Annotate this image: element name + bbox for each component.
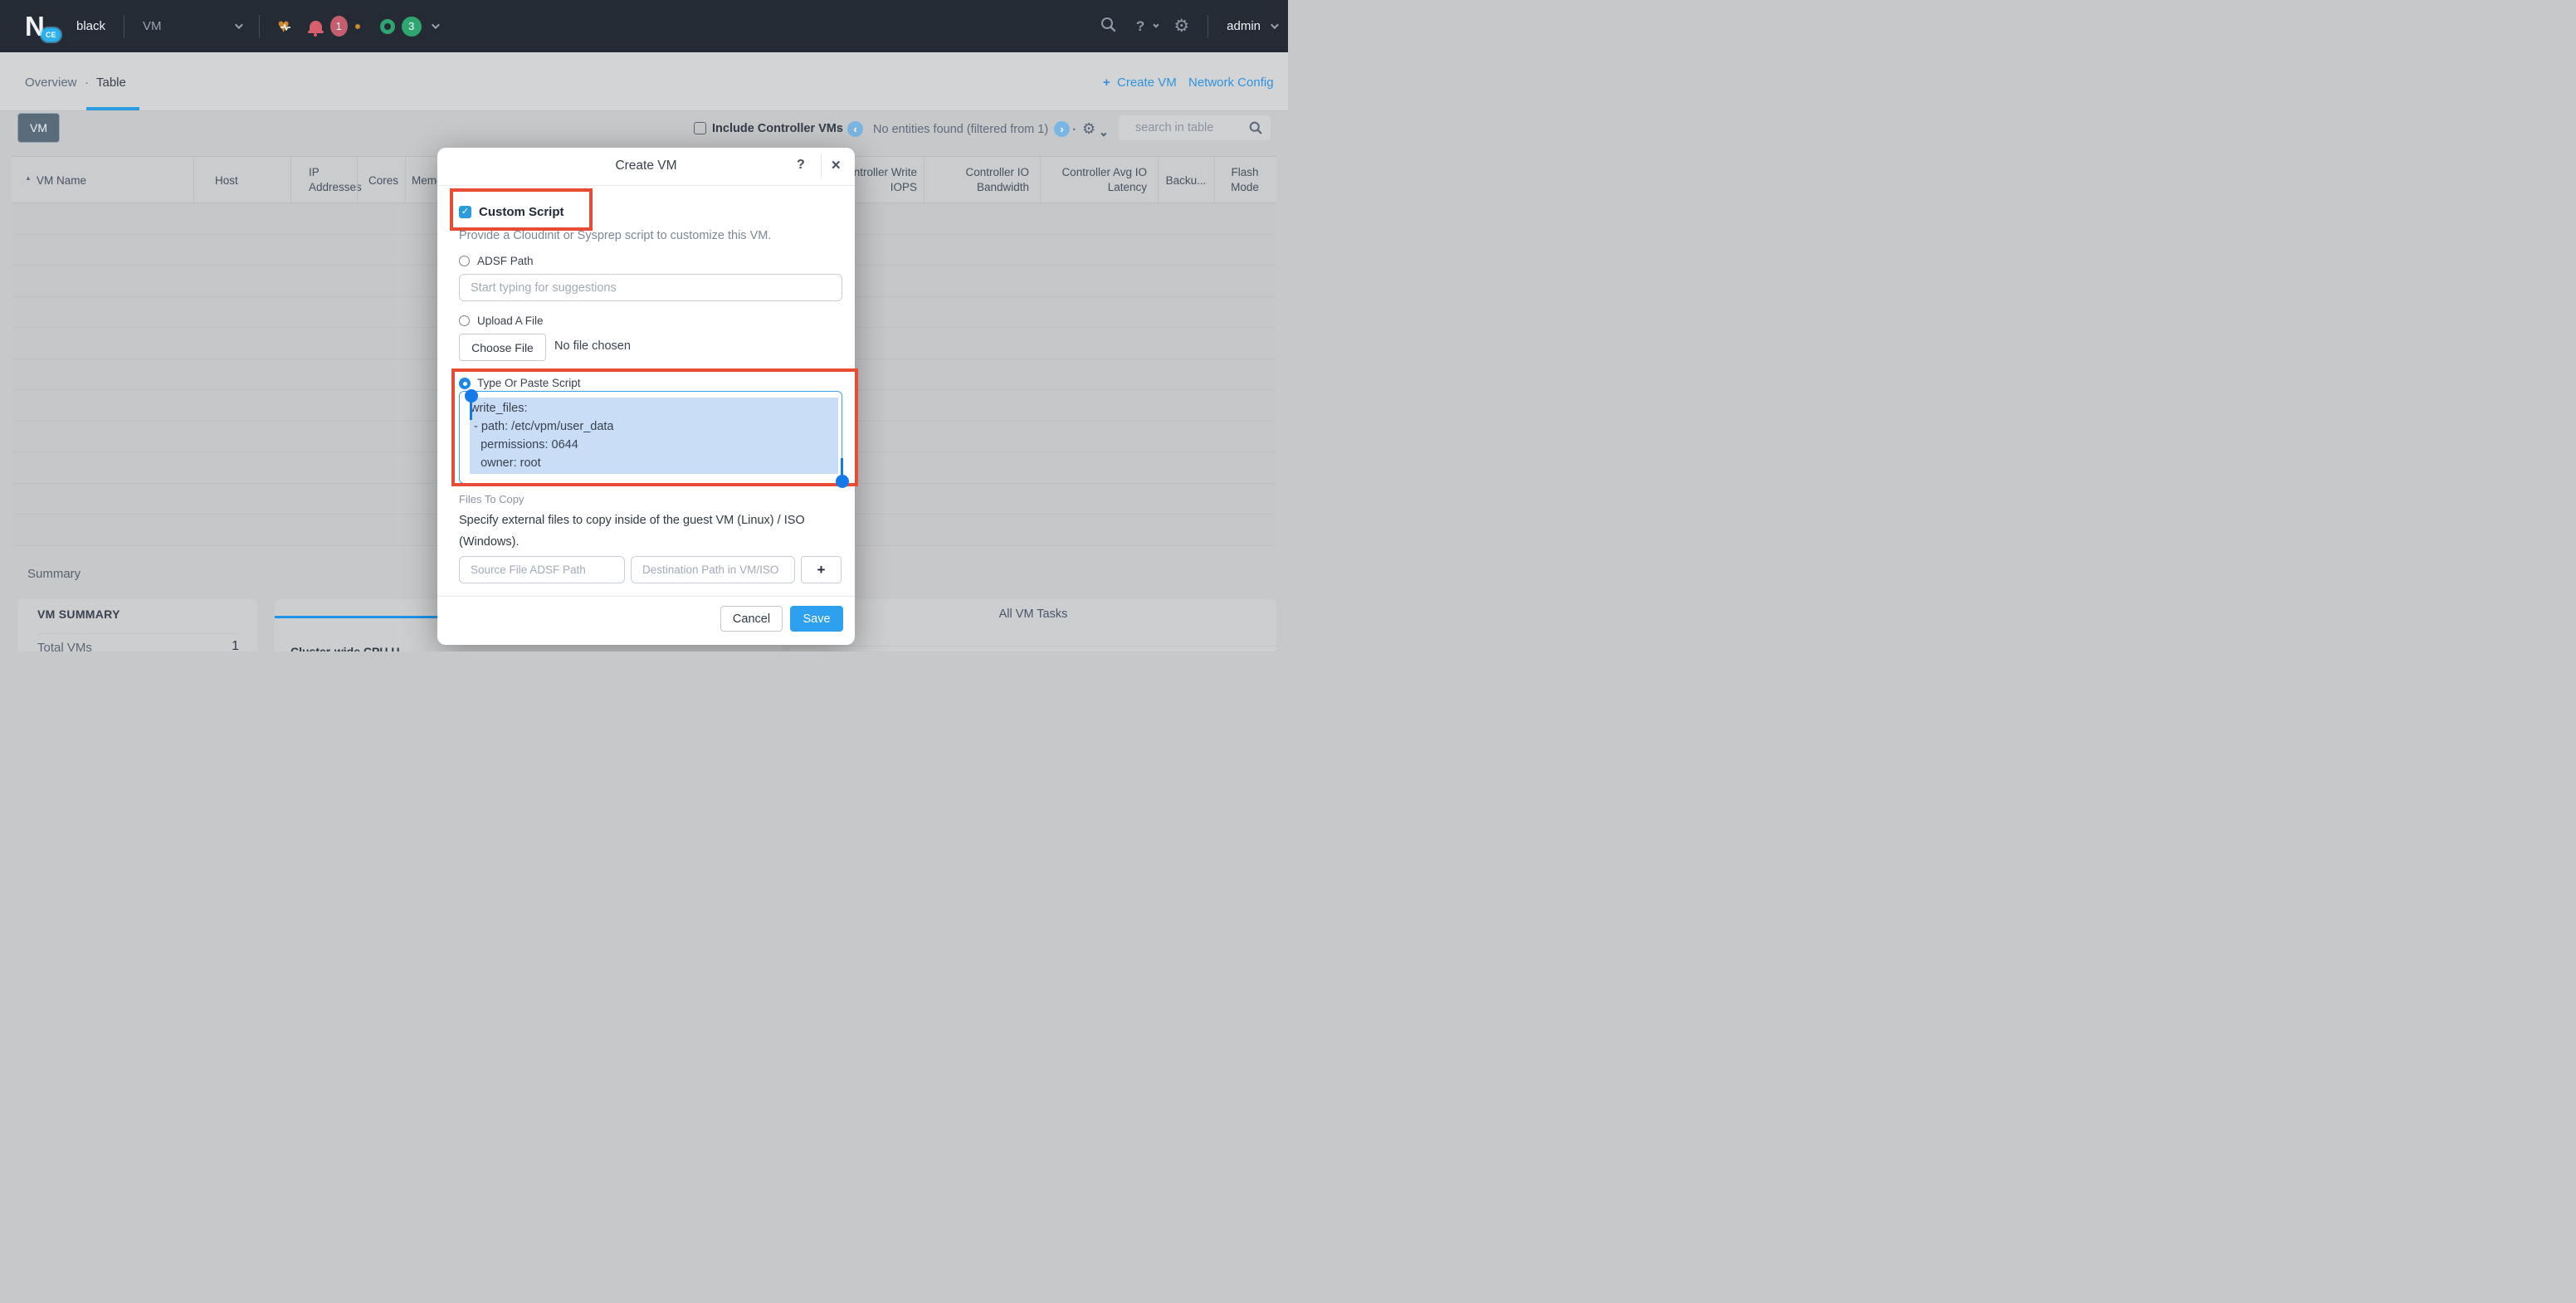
chevron-down-icon[interactable] (432, 21, 440, 29)
pagination-status: No entities found (filtered from 1) (873, 123, 1048, 136)
total-vms-value: 1 (232, 639, 239, 652)
help-icon[interactable]: ? (1136, 18, 1144, 35)
upload-file-label: Upload A File (477, 315, 544, 327)
plus-icon: + (1103, 76, 1110, 90)
adsf-path-input[interactable] (459, 274, 842, 301)
column-header-controller-io-bandwidth[interactable]: Controller IO Bandwidth (950, 165, 1029, 195)
script-line: write_files: (471, 399, 528, 417)
previous-page-button[interactable]: ‹ (847, 121, 863, 137)
chevron-down-icon[interactable] (1271, 21, 1279, 29)
entity-menu[interactable]: VM (143, 19, 162, 33)
files-to-copy-label: Files To Copy (459, 493, 524, 505)
chevron-down-icon[interactable] (1154, 22, 1159, 28)
vm-tasks-title: All VM Tasks (790, 608, 1276, 621)
tab-separator: · (85, 76, 89, 90)
destination-path-input[interactable] (631, 556, 795, 583)
network-config-link[interactable]: Network Config (1188, 76, 1274, 90)
app-root: N CE black VM ♥ 1 3 ? ⚙ admin O (0, 0, 1288, 652)
column-header-ip-addresses[interactable]: IP Addresses (309, 165, 360, 195)
cluster-name[interactable]: black (76, 19, 105, 33)
alerts-bell-icon[interactable] (310, 21, 322, 32)
summary-heading: Summary (27, 567, 80, 581)
script-line: permissions: 0644 (471, 436, 578, 454)
custom-script-checkbox[interactable]: ✓ (459, 206, 471, 218)
search-icon[interactable] (1100, 17, 1116, 37)
script-line: - path: /etc/vpm/user_data (471, 417, 613, 436)
active-tab-underline (86, 107, 139, 110)
paste-script-radio[interactable] (459, 378, 471, 389)
sort-ascending-icon: ▲ (25, 174, 32, 182)
dialog-title: Create VM (437, 159, 855, 173)
gear-icon[interactable]: ⚙ (1173, 18, 1189, 35)
close-icon[interactable]: ✕ (831, 158, 842, 173)
source-file-input[interactable] (459, 556, 625, 583)
cancel-button[interactable]: Cancel (720, 606, 783, 632)
table-settings-gear-icon[interactable]: ⚙ (1082, 120, 1095, 138)
search-input[interactable] (1119, 115, 1271, 140)
choose-file-button[interactable]: Choose File (459, 334, 546, 361)
script-line: owner: root (471, 454, 541, 472)
chevron-down-icon[interactable] (1100, 131, 1106, 137)
search-icon (1249, 121, 1262, 134)
column-header-controller-avg-io-latency[interactable]: Controller Avg IO Latency (1056, 165, 1147, 195)
admin-menu[interactable]: admin (1227, 19, 1261, 33)
custom-script-description: Provide a Cloudinit or Sysprep script to… (459, 229, 771, 242)
column-header-vm-name[interactable]: VM Name (37, 173, 86, 188)
page-tab-bar: Overview · Table + Create VM Network Con… (0, 52, 1288, 111)
active-chart-tab-underline (275, 616, 438, 618)
health-heart-icon[interactable]: ♥ (278, 17, 290, 37)
progress-ring-icon[interactable] (380, 19, 395, 34)
create-vm-link[interactable]: Create VM (1117, 76, 1177, 90)
adsf-path-radio[interactable] (459, 256, 470, 266)
alert-count-badge[interactable]: 1 (330, 16, 348, 37)
include-controller-vms-label: Include Controller VMs (712, 122, 843, 135)
selection-end-handle[interactable] (836, 475, 849, 488)
chart-title: Cluster-wide CPU U... (290, 645, 409, 652)
files-to-copy-description: Specify external files to copy inside of… (459, 510, 849, 553)
divider (259, 15, 260, 38)
custom-script-label: Custom Script (479, 205, 564, 219)
top-navigation-bar: N CE black VM ♥ 1 3 ? ⚙ admin (0, 0, 1288, 52)
adsf-path-label: ADSF Path (477, 255, 534, 267)
column-header-backup[interactable]: Backu... (1158, 173, 1214, 188)
vm-tasks-card: All VM Tasks (790, 599, 1276, 652)
separator-dot: · (837, 123, 841, 138)
tab-table[interactable]: Table (96, 76, 126, 90)
column-header-flash-mode[interactable]: Flash Mode (1220, 165, 1270, 195)
column-header-host[interactable]: Host (215, 173, 238, 188)
create-vm-dialog: Create VM ? ✕ ✓ Custom Script Provide a … (437, 148, 855, 645)
tab-overview[interactable]: Overview (25, 76, 77, 90)
upload-file-radio[interactable] (459, 315, 470, 326)
paste-script-label: Type Or Paste Script (477, 377, 581, 389)
include-controller-vms-checkbox[interactable] (694, 122, 706, 134)
next-page-button[interactable]: › (1054, 121, 1070, 137)
add-file-row-button[interactable]: + (801, 556, 842, 583)
chevron-down-icon[interactable] (234, 21, 242, 29)
save-button[interactable]: Save (790, 606, 843, 632)
table-search (1119, 115, 1271, 140)
task-count-badge[interactable]: 3 (402, 17, 422, 37)
vm-summary-title: VM SUMMARY (37, 608, 120, 621)
total-vms-label: Total VMs (37, 641, 92, 652)
separator-dot: · (1072, 123, 1076, 138)
file-chosen-status: No file chosen (554, 339, 631, 353)
dialog-help-icon[interactable]: ? (797, 158, 805, 173)
entity-type-button[interactable]: VM (17, 113, 60, 143)
ce-badge: CE (41, 28, 61, 41)
column-header-cores[interactable]: Cores (357, 173, 398, 188)
vm-summary-card: VM SUMMARY Total VMs 1 (17, 599, 257, 652)
selection-start-handle[interactable] (465, 389, 478, 403)
nutanix-logo[interactable]: N CE (25, 10, 65, 43)
warning-dot-icon (355, 24, 360, 29)
